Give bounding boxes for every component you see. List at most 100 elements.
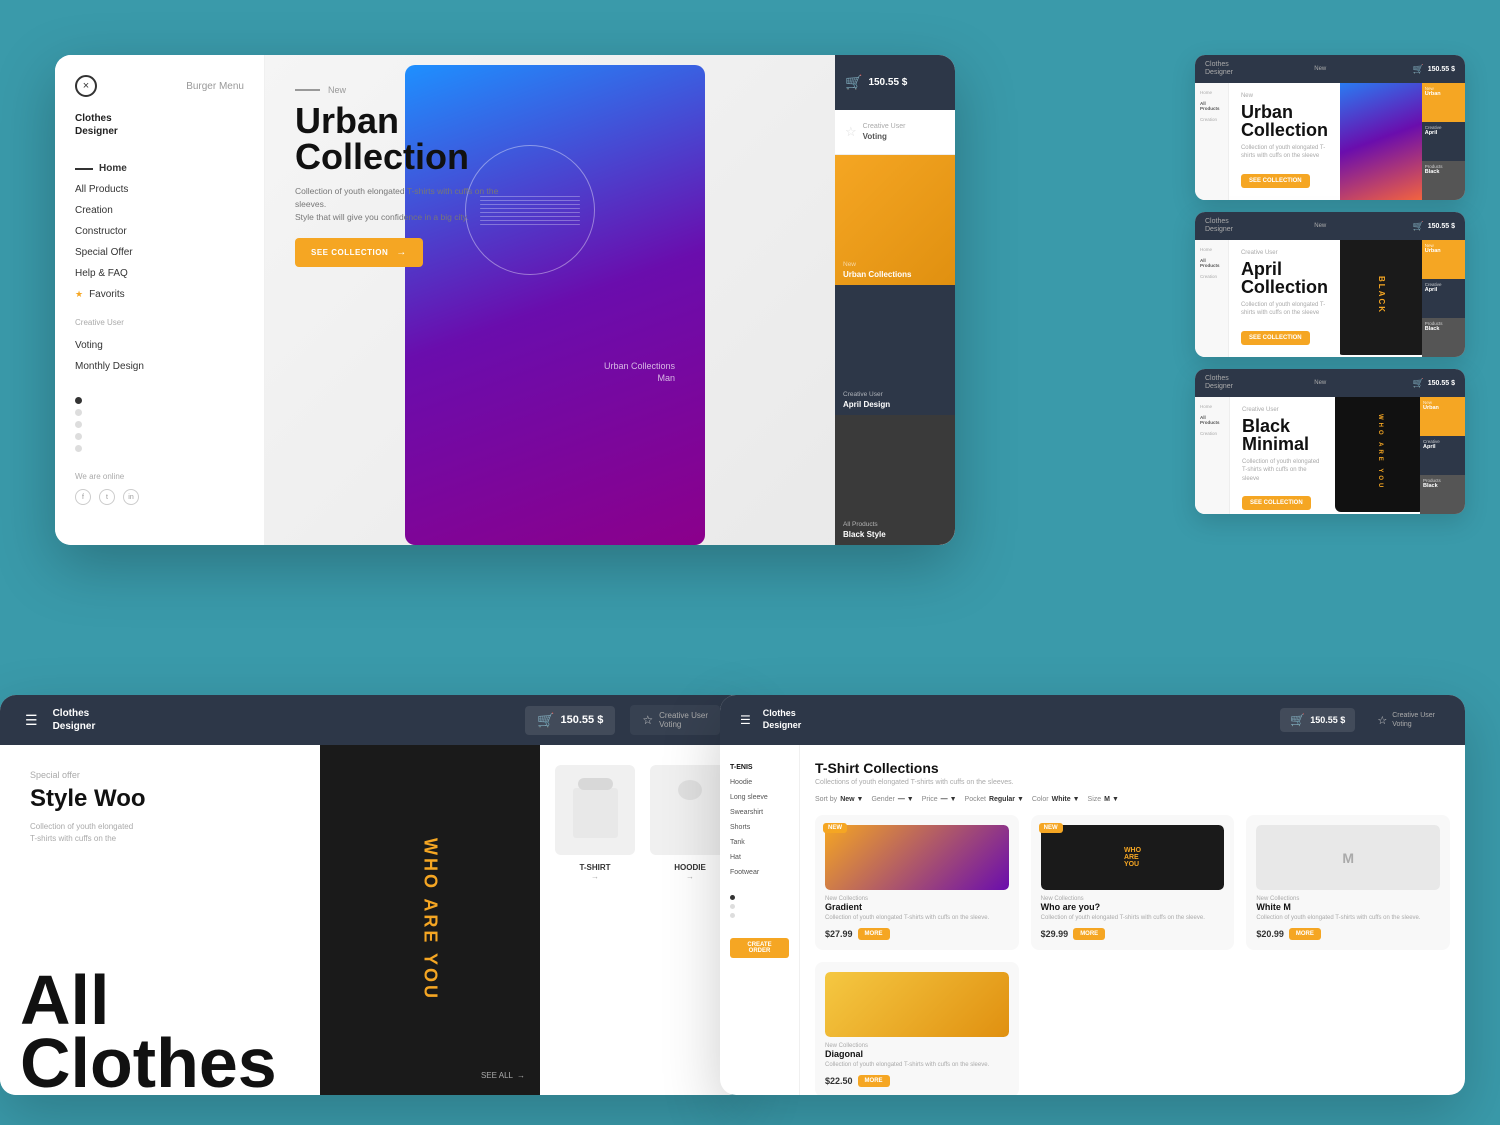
br-brand: ClothesDesigner — [763, 708, 802, 731]
br-more-btn-4[interactable]: MORE — [858, 1075, 890, 1087]
br-price-2: $29.99 — [1041, 929, 1069, 939]
sidebar-dot-1[interactable] — [75, 397, 82, 404]
br-more-btn-2[interactable]: MORE — [1073, 928, 1105, 940]
bl-product-arrow-tshirt: → — [555, 872, 635, 881]
social-links: f t in — [55, 486, 264, 508]
sidebar-item-constructor[interactable]: Constructor — [55, 221, 264, 242]
br-product-who[interactable]: NEW WHOAREYOU New Collections Who are yo… — [1031, 815, 1235, 950]
br-sidebar-hat[interactable]: Hat — [720, 850, 799, 865]
br-product-diagonal[interactable]: New Collections Diagonal Collection of y… — [815, 962, 1019, 1095]
sidebar-dot-3[interactable] — [75, 421, 82, 428]
mini-btn-2[interactable]: SEE COLLECTION — [1241, 331, 1310, 345]
sidebar-item-monthly[interactable]: Monthly Design — [55, 356, 264, 377]
mini-tshirt-black: BLACK — [1340, 240, 1422, 355]
sidebar-dot-2[interactable] — [75, 409, 82, 416]
right-panel: 🛒 150.55 $ ☆ Creative User Voting New Ur… — [835, 55, 955, 545]
mini-right-cards-2: New Urban Creative April Products Black — [1422, 240, 1465, 357]
br-product-img-1 — [825, 825, 1009, 890]
mini-mockup-april: ClothesDesigner New 🛒 150.55 $ Home All … — [1195, 212, 1465, 357]
side-card-black[interactable]: All Products Black Style — [835, 415, 955, 545]
close-button[interactable]: × — [75, 75, 97, 97]
br-filter-sortby[interactable]: Sort by New ▼ — [815, 796, 863, 803]
mini-cart-1: 🛒 150.55 $ — [1413, 64, 1455, 75]
cart-price: 150.55 $ — [868, 77, 907, 88]
sidebar-pagination — [55, 382, 264, 467]
br-sidebar-tenis[interactable]: T-ENIS — [720, 760, 799, 775]
see-collection-button[interactable]: SEE COLLECTION → — [295, 238, 423, 267]
mini-cart-2: 🛒 150.55 $ — [1413, 221, 1455, 232]
br-filter-pocket[interactable]: Pocket Regular ▼ — [965, 796, 1024, 803]
bl-hero-desc: Collection of youth elongatedT-shirts wi… — [30, 821, 290, 845]
br-filter-gender[interactable]: Gender — ▼ — [871, 796, 913, 803]
br-filter-color[interactable]: Color White ▼ — [1032, 796, 1080, 803]
br-sidebar-tank[interactable]: Tank — [720, 835, 799, 850]
mini-cart-3: 🛒 150.55 $ — [1413, 378, 1455, 389]
bl-product-hoodie[interactable]: HOODIE → — [650, 765, 730, 881]
who-text: BLACK — [1377, 276, 1386, 314]
br-body: T-ENIS Hoodie Long sleeve Swearshirt Sho… — [720, 745, 1465, 1095]
br-sidebar-swearshirt[interactable]: Swearshirt — [720, 805, 799, 820]
br-star-icon: ☆ — [1377, 714, 1387, 727]
hero-title: Urban Collection — [295, 103, 525, 175]
create-order-button[interactable]: CREATE ORDER — [730, 938, 789, 958]
br-product-img-2: WHOAREYOU — [1041, 825, 1225, 890]
br-sidebar-footwear[interactable]: Footwear — [720, 865, 799, 880]
br-product-gradient[interactable]: NEW New Collections Gradient Collection … — [815, 815, 1019, 950]
bl-voting: ☆ Creative UserVoting — [630, 705, 720, 735]
mini-title-2: AprilCollection — [1241, 260, 1328, 296]
sidebar-item-help[interactable]: Help & FAQ — [55, 263, 264, 284]
bl-hero-image: WHO ARE YOU SEE ALL → — [320, 745, 540, 1095]
mini-right-cards-1: New Urban Creative April Products Black — [1422, 83, 1465, 200]
sidebar-dot-4[interactable] — [75, 433, 82, 440]
sidebar-item-favorits[interactable]: Favorits — [55, 284, 264, 305]
br-sidebar-shorts[interactable]: Shorts — [720, 820, 799, 835]
mini-desc-2: Collection of youth elongated T-shirts w… — [1241, 301, 1328, 318]
br-filter-price[interactable]: Price — ▼ — [922, 796, 957, 803]
side-card-urban[interactable]: New Urban Collections — [835, 155, 955, 285]
bl-voting-text: Creative UserVoting — [659, 711, 708, 729]
mini-cart-price-2: 150.55 $ — [1428, 223, 1455, 230]
sidebar-item-home[interactable]: Home — [55, 158, 264, 179]
mini-btn-3[interactable]: SEE COLLECTION — [1242, 496, 1311, 510]
dark-img: WHOAREYOU — [1041, 825, 1225, 890]
social-icon-1[interactable]: f — [75, 489, 91, 505]
br-voting: ☆ Creative UserVoting — [1367, 706, 1445, 734]
side-card-april[interactable]: Creative User April Design — [835, 285, 955, 415]
br-sidebar-hoodie[interactable]: Hoodie — [720, 775, 799, 790]
sidebar-section-label: Creative User — [55, 310, 264, 330]
cart-icon: 🛒 — [845, 74, 862, 91]
sidebar-item-all-products[interactable]: All Products — [55, 179, 264, 200]
new-line — [295, 89, 320, 91]
social-icon-2[interactable]: t — [99, 489, 115, 505]
br-filter-size[interactable]: Size M ▼ — [1088, 796, 1119, 803]
hoodie-svg — [663, 778, 718, 843]
bl-hamburger-icon[interactable]: ☰ — [25, 712, 38, 729]
bl-top-bar: ☰ ClothesDesigner 🛒 150.55 $ ☆ Creative … — [0, 695, 745, 745]
br-sidebar-longsleeve[interactable]: Long sleeve — [720, 790, 799, 805]
sidebar-dot-5[interactable] — [75, 445, 82, 452]
tshirt-svg — [568, 778, 623, 843]
br-cart: 🛒 150.55 $ — [1280, 708, 1355, 732]
br-product-white[interactable]: M New Collections White M Collection of … — [1246, 815, 1450, 950]
mini-title-1: UrbanCollection — [1241, 103, 1328, 139]
sidebar-item-special-offer[interactable]: Special Offer — [55, 242, 264, 263]
bl-special-offer: Special offer — [30, 770, 290, 780]
mini-tshirt-dark: WHO ARE YOU — [1335, 397, 1420, 512]
sidebar-item-creation[interactable]: Creation — [55, 200, 264, 221]
white-img: M — [1256, 825, 1440, 890]
br-more-btn-1[interactable]: MORE — [858, 928, 890, 940]
mini-image-2: BLACK — [1340, 240, 1422, 357]
side-card-april-label: Creative User April Design — [843, 391, 890, 410]
sidebar-item-voting[interactable]: Voting — [55, 335, 264, 356]
bl-product-tshirt[interactable]: T-SHIRT → — [555, 765, 635, 881]
bl-see-all[interactable]: SEE ALL → — [481, 1071, 525, 1080]
br-product-img-4 — [825, 972, 1009, 1037]
social-icon-3[interactable]: in — [123, 489, 139, 505]
mini-btn-1[interactable]: SEE COLLECTION — [1241, 174, 1310, 188]
cart-panel: 🛒 150.55 $ — [835, 55, 955, 110]
br-product-desc-3: Collection of youth elongated T-shirts w… — [1256, 915, 1440, 923]
br-more-btn-3[interactable]: MORE — [1289, 928, 1321, 940]
br-hamburger-icon[interactable]: ☰ — [740, 713, 751, 727]
br-sidebar-dots — [720, 880, 799, 933]
br-product-desc-1: Collection of youth elongated T-shirts w… — [825, 915, 1009, 923]
